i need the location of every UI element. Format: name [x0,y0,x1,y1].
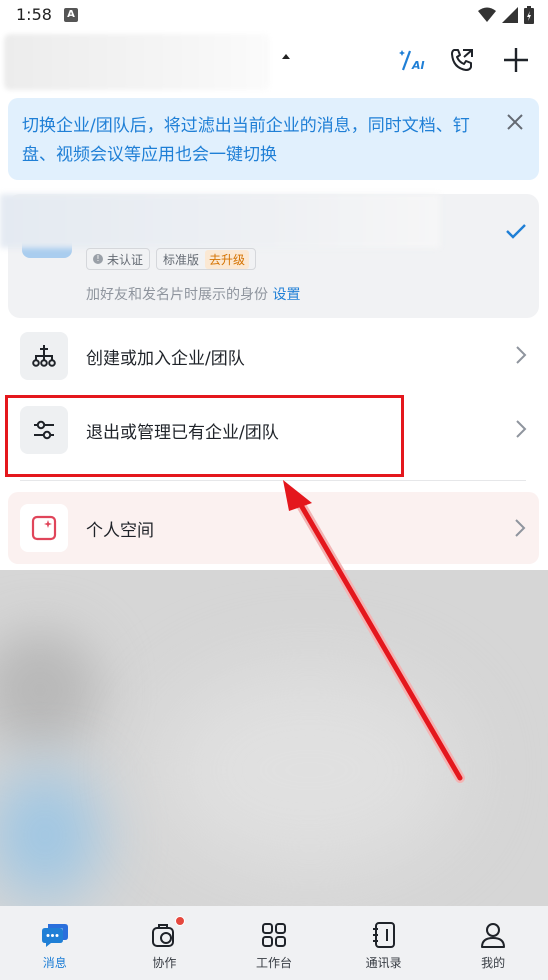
collaboration-icon [149,920,179,950]
org-switch-panel: ! 未认证 标准版 去升级 加好友和发名片时展示的身份 设置 创建或加入企业/团队 [0,186,548,570]
notice-text: 切换企业/团队后，将过滤出当前企业的消息，同时文档、钉盘、视频会议等应用也会一键… [22,116,470,165]
nav-label: 通讯录 [365,956,402,970]
tag-unverified: ! 未认证 [86,248,151,270]
nav-label: 协作 [152,956,177,970]
divider [20,480,526,481]
tag-edition[interactable]: 标准版 去升级 [156,248,257,270]
caret-up-icon[interactable] [282,54,290,59]
status-time: 1:58 [16,5,52,24]
signal-icon [502,7,518,23]
org-name-redacted[interactable] [4,34,270,90]
create-join-label: 创建或加入企业/团队 [86,349,245,369]
notification-a-icon: A [64,8,78,22]
annotation-highlight-box [5,395,404,477]
nav-label: 工作台 [255,956,292,970]
status-icons [478,6,534,24]
nav-label: 消息 [42,956,67,970]
create-join-org-item[interactable]: 创建或加入企业/团队 [0,322,548,392]
check-icon [506,224,526,239]
ai-icon[interactable]: AI [396,44,428,76]
svg-text:AI: AI [411,59,425,72]
profile-icon [478,920,508,950]
identity-line: 加好友和发名片时展示的身份 设置 [86,287,301,303]
org-tree-icon [20,332,68,380]
unverified-icon: ! [93,254,103,264]
switch-notice-banner: 切换企业/团队后，将过滤出当前企业的消息，同时文档、钉盘、视频会议等应用也会一键… [8,98,539,180]
nav-profile[interactable]: 我的 [438,906,548,980]
current-org-card[interactable]: ! 未认证 标准版 去升级 加好友和发名片时展示的身份 设置 [0,194,539,318]
add-icon[interactable] [500,44,532,76]
message-icon [40,920,70,950]
org-title-redacted [0,194,440,248]
identity-settings-link[interactable]: 设置 [272,287,300,303]
org-tags: ! 未认证 标准版 去升级 [86,248,257,270]
close-icon[interactable] [505,112,525,132]
personal-space-label: 个人空间 [86,521,154,541]
personal-space-icon [20,504,68,552]
notification-badge [175,916,186,926]
chevron-right-icon [516,420,527,438]
nav-label: 我的 [481,956,506,970]
nav-workbench[interactable]: 工作台 [219,906,329,980]
battery-icon [524,6,534,24]
chevron-right-icon [515,519,526,537]
bottom-nav: 消息 协作 工作台 通讯录 我的 [0,906,548,980]
personal-space-item[interactable]: 个人空间 [8,492,539,564]
status-bar: 1:58 A [0,0,548,30]
contacts-icon [369,920,399,950]
wifi-icon [478,7,496,22]
nav-collaboration[interactable]: 协作 [110,906,220,980]
upgrade-link[interactable]: 去升级 [205,249,250,269]
phone-call-icon[interactable] [446,44,478,76]
nav-contacts[interactable]: 通讯录 [329,906,439,980]
nav-messages[interactable]: 消息 [0,906,110,980]
header: AI [0,30,548,90]
background-content-blurred [0,570,548,906]
chevron-right-icon [516,346,527,364]
workbench-icon [259,920,289,950]
